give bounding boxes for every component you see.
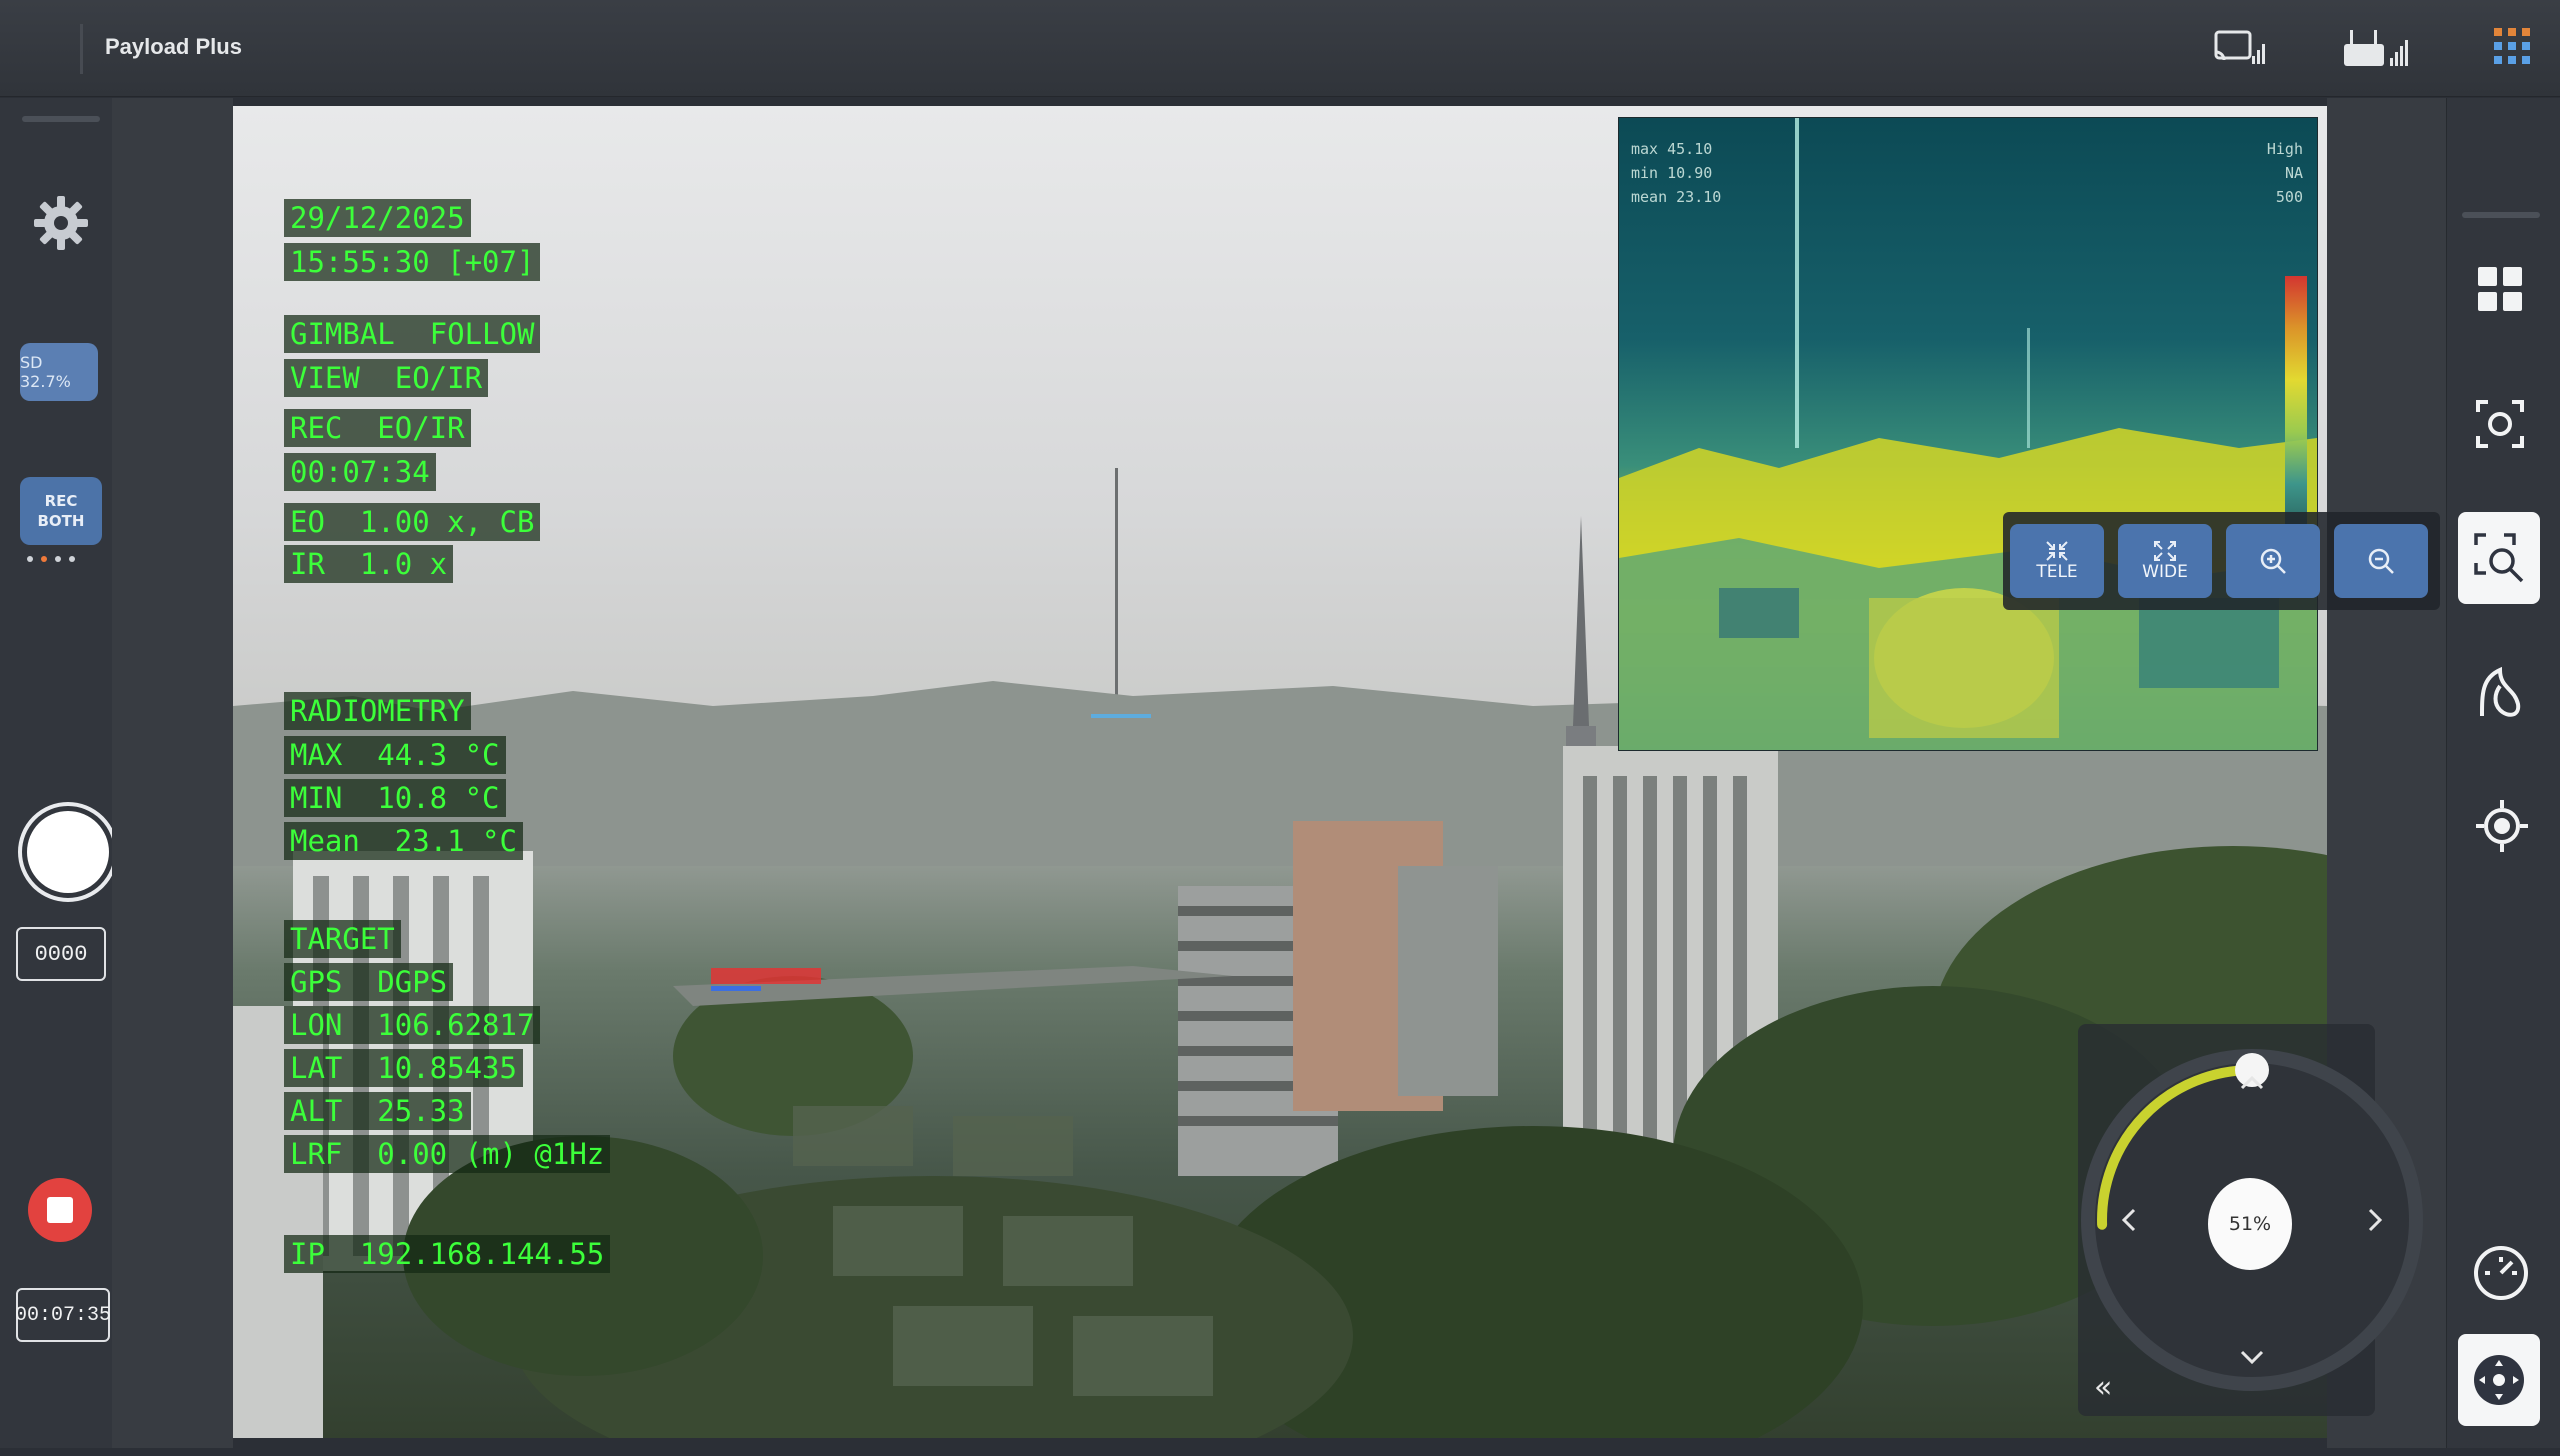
record-mode-button[interactable]: REC BOTH <box>20 477 102 545</box>
osd-view-mode: VIEW EO/IR <box>284 359 489 397</box>
speed-slider-knob[interactable] <box>2235 1053 2269 1087</box>
joystick-collapse-button[interactable]: « <box>2094 1370 2112 1405</box>
zoom-out-button[interactable] <box>2334 524 2428 598</box>
gear-icon[interactable] <box>32 194 90 256</box>
ir-palette-line2: NA <box>2284 164 2303 182</box>
gimbal-center-button[interactable] <box>2458 1334 2540 1426</box>
record-mode-line1: REC <box>44 492 78 510</box>
zoom-in-button[interactable] <box>2226 524 2320 598</box>
osd-rec-mode: REC EO/IR <box>284 409 471 447</box>
ir-palette-line1: High <box>2266 140 2303 158</box>
zoom-search-button[interactable] <box>2458 512 2540 604</box>
osd-target-title: TARGET <box>284 920 401 958</box>
zoom-search-icon <box>2474 533 2524 583</box>
ir-palette-line3: 500 <box>2275 188 2303 206</box>
cast-signal-icon <box>2212 22 2268 76</box>
tele-button[interactable]: TELE <box>2010 524 2104 598</box>
left-toolbar <box>0 98 113 1448</box>
ir-stat-line3: mean 23.10 <box>1631 188 1722 206</box>
feed-gutter-left <box>112 98 233 1448</box>
remote-controller-signal-icon <box>2342 22 2412 80</box>
joystick-speed-center[interactable]: 51% <box>2208 1178 2292 1270</box>
osd-alt: ALT 25.33 <box>284 1092 471 1130</box>
right-toolbar-handle[interactable] <box>2462 212 2540 218</box>
sd-card-status[interactable]: SD 32.7% <box>20 343 98 401</box>
osd-rec-time: 00:07:34 <box>284 453 436 491</box>
ir-thermal-scene <box>1619 118 2317 750</box>
leaf-icon[interactable] <box>2474 664 2526 724</box>
ir-stat-line2: min 10.90 <box>1631 164 1713 182</box>
osd-eo-zoom: EO 1.00 x, CB <box>284 503 541 541</box>
tele-label: TELE <box>2036 562 2078 582</box>
gauge-icon[interactable] <box>2472 1244 2530 1306</box>
osd-lon: LON 106.62817 <box>284 1006 541 1044</box>
record-timer: 00:07:35 <box>15 1288 111 1342</box>
osd-temp-max: MAX 44.3 °C <box>284 736 506 774</box>
apps-grid-icon[interactable] <box>2494 28 2530 68</box>
wide-button[interactable]: WIDE <box>2118 524 2212 598</box>
zoom-out-icon <box>2368 548 2394 574</box>
record-mode-dots <box>27 556 75 562</box>
osd-temp-min: MIN 10.8 °C <box>284 779 506 817</box>
osd-gps: GPS DGPS <box>284 963 454 1001</box>
camera-capture-icon[interactable] <box>2474 398 2526 454</box>
left-toolbar-handle[interactable] <box>22 116 100 122</box>
expand-arrows-icon <box>2154 541 2176 561</box>
osd-ir-zoom: IR 1.0 x <box>284 545 454 583</box>
layout-grid-icon[interactable] <box>2478 267 2522 315</box>
osd-lat: LAT 10.85435 <box>284 1049 523 1087</box>
osd-ip: IP 192.168.144.55 <box>284 1235 611 1273</box>
wide-label: WIDE <box>2142 562 2188 582</box>
gimbal-center-icon <box>2474 1355 2524 1405</box>
osd-radiometry-title: RADIOMETRY <box>284 692 471 730</box>
ir-thermal-inset[interactable]: max 45.10 min 10.90 mean 23.10 High NA 5… <box>1618 117 2318 751</box>
top-bar-divider <box>80 24 83 74</box>
ir-color-scale <box>2285 276 2307 536</box>
target-crosshair-icon[interactable] <box>2474 798 2530 858</box>
app-title: Payload Plus <box>105 34 242 59</box>
photo-counter: 0000 <box>16 927 106 981</box>
osd-time: 15:55:30 [+07] <box>284 243 541 281</box>
ir-stat-line1: max 45.10 <box>1631 140 1713 158</box>
osd-date: 29/12/2025 <box>284 199 471 237</box>
osd-lrf: LRF 0.00 (m) @1Hz <box>284 1135 611 1173</box>
top-bar: Payload Plus <box>0 0 2560 97</box>
shutter-button[interactable] <box>16 800 120 908</box>
osd-gimbal-mode: GIMBAL FOLLOW <box>284 315 541 353</box>
osd-temp-mean: Mean 23.1 °C <box>284 822 523 860</box>
sd-card-label: SD 32.7% <box>20 353 71 391</box>
stop-record-button[interactable] <box>28 1178 92 1242</box>
collapse-arrows-icon <box>2046 541 2068 561</box>
record-mode-line2: BOTH <box>37 512 85 530</box>
zoom-in-icon <box>2260 548 2286 574</box>
